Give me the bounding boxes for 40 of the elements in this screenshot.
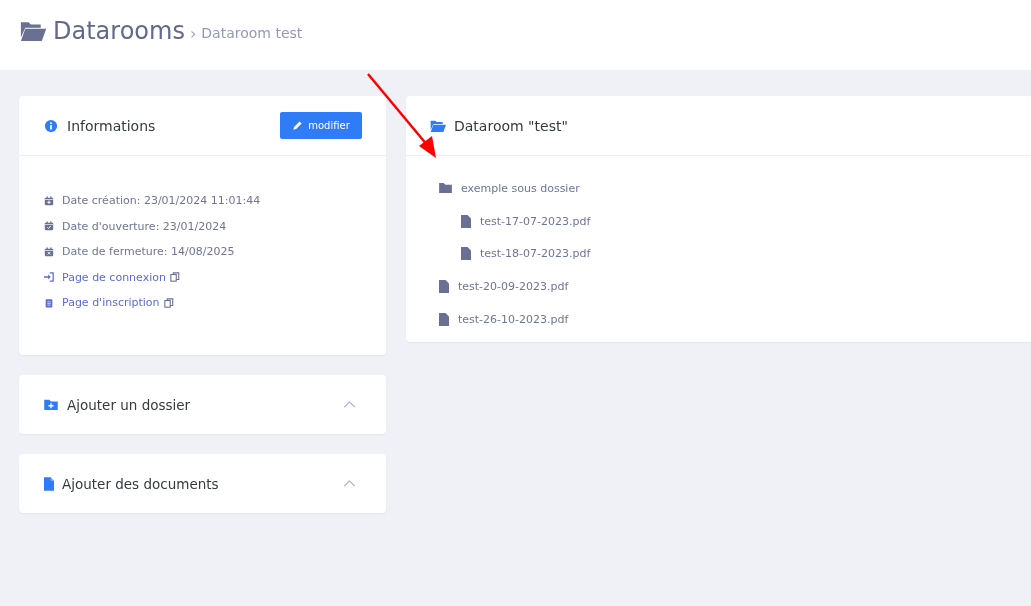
page-link[interactable]: Page d'inscription [62,296,160,310]
file-name[interactable]: test-26-10-2023.pdf [458,313,569,327]
file-icon [461,214,471,228]
calendar-check-icon [44,221,54,232]
card-title: Informations [67,117,156,134]
date-text: Date création: 23/01/2024 11:01:44 [62,194,261,208]
calendar-plus-icon [44,195,54,206]
sign-in-icon [44,272,54,283]
breadcrumb-item: Dataroom test [201,25,303,41]
chevron-icon [343,480,356,487]
document-icon [44,476,54,491]
file-icon [439,313,449,327]
panel-title: Ajouter un dossier [67,396,191,413]
date-text: Date de fermeture: 14/08/2025 [62,245,235,259]
file-name[interactable]: test-17-07-2023.pdf [480,214,591,228]
folder-plus-icon [44,399,58,410]
date-text: Date d'ouverture: 23/01/2024 [62,219,227,233]
folder-open-icon [19,20,47,42]
breadcrumb-separator: › [189,23,197,43]
copy-icon[interactable] [169,272,180,283]
info-icon [43,118,59,133]
clipboard-icon [44,297,54,308]
file-name[interactable]: test-20-09-2023.pdf [458,280,569,294]
folder-icon [439,183,452,194]
calendar-x-icon [44,246,54,257]
collapsible-panel[interactable]: Ajouter des documents [19,454,386,513]
copy-icon[interactable] [163,297,174,308]
file-icon [439,280,449,294]
folder-open-icon [430,118,446,133]
edit-button[interactable]: modifier [280,112,362,139]
chevron-icon [343,401,356,408]
file-name[interactable]: test-18-07-2023.pdf [480,247,591,261]
panel-title: Ajouter des documents [62,475,219,492]
pencil-icon [292,120,304,131]
file-icon [461,247,471,261]
page-title: Datarooms [53,17,185,45]
folder-name[interactable]: exemple sous dossier [461,181,580,195]
collapsible-panel[interactable]: Ajouter un dossier [19,375,386,434]
card-title: Dataroom "test" [454,117,568,134]
page-link[interactable]: Page de connexion [62,270,166,284]
